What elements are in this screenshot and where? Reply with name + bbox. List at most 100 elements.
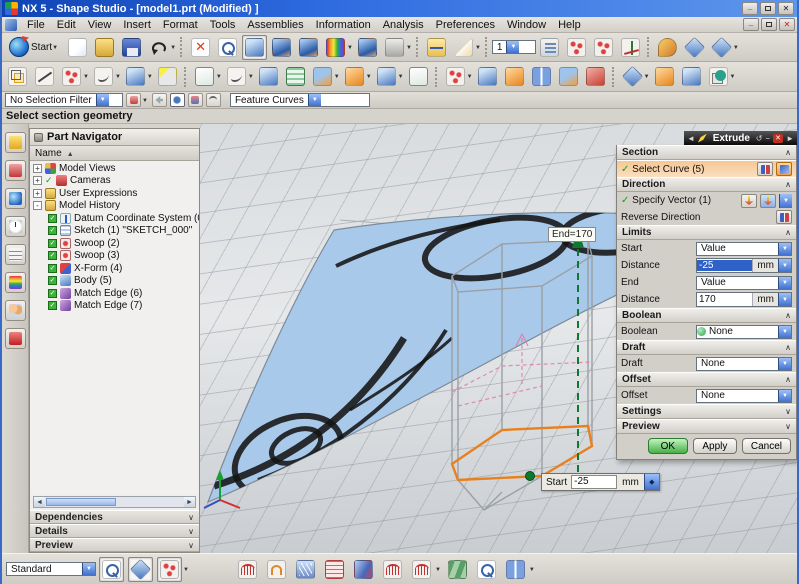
bridge-surface-button[interactable] [556,64,581,89]
tree-item-cameras[interactable]: + ✓ Cameras [30,175,199,188]
object-display-button[interactable] [323,35,348,60]
scrollbar-thumb[interactable] [46,498,116,506]
selection-filter-combo[interactable]: No Selection Filter [5,93,123,107]
tree-item-xform[interactable]: X-Form (4) [30,262,199,275]
freeform-surface-button[interactable] [256,64,281,89]
expander-icon[interactable]: + [33,176,42,185]
surface-curvature-button[interactable] [351,557,376,582]
fit-view-button[interactable] [188,35,213,60]
section-header[interactable]: Section [617,145,796,160]
measure-angle-button[interactable] [451,35,476,60]
menu-edit[interactable]: Edit [51,18,82,32]
start-distance-field[interactable]: -25 mm [696,258,792,273]
dialog-minimize-icon[interactable]: − [765,134,770,143]
boolean-header[interactable]: Boolean [617,308,796,323]
wireframe-analysis-button[interactable] [128,557,153,582]
select-curve-row[interactable]: Select Curve (5) [617,160,796,177]
start-distance-value[interactable]: -25 [697,260,752,271]
through-curve-mesh-button[interactable] [443,64,468,89]
offset-arrow[interactable] [778,390,791,402]
name-column-header[interactable]: Name [30,146,199,161]
chevron-left-icon[interactable]: ◄ [687,134,695,143]
layer-combo-arrow[interactable] [506,41,519,53]
tree-item-match-edge-7[interactable]: Match Edge (7) [30,300,199,313]
offset-combo[interactable]: None [696,389,792,403]
scroll-left-arrow[interactable]: ◄ [34,497,45,507]
extrude-dialog-titlebar[interactable]: ◄ Extrude ↺ − ✕ ► [684,131,797,145]
boolean-arrow[interactable] [778,326,791,338]
offset-header[interactable]: Offset [617,372,796,387]
start-distance-inputbox[interactable]: Start -25 mm [541,473,660,491]
chevron-right-icon[interactable]: ► [786,134,794,143]
draft-header[interactable]: Draft [617,340,796,355]
menu-file[interactable]: File [21,18,51,32]
section-surface-button[interactable] [529,64,554,89]
tree-item-body[interactable]: Body (5) [30,275,199,288]
roles-palette-button[interactable] [655,35,680,60]
view-style-combo[interactable]: Standard [6,562,96,576]
menu-view[interactable]: View [82,18,118,32]
reverse-direction-button[interactable] [776,210,792,224]
tree-item-sketch[interactable]: Sketch (1) "SKETCH_000" [30,225,199,238]
specify-vector-row[interactable]: Specify Vector (1) [617,192,796,209]
preview-header[interactable]: Preview [617,419,796,434]
section-analysis-button[interactable] [235,557,260,582]
measure-distance-button[interactable] [424,35,449,60]
system-scenes-tab[interactable] [5,328,26,349]
checkbox-icon[interactable] [48,301,57,310]
system-materials-tab[interactable] [5,244,26,265]
end-distance-field[interactable]: 170 mm [696,292,792,307]
swoop-button[interactable] [342,64,367,89]
constraint-navigator-tab[interactable] [5,160,26,181]
menu-information[interactable]: Information [310,18,377,32]
styled-sweep-button[interactable] [502,64,527,89]
trimmed-sheet-button[interactable] [679,64,704,89]
highlight-lines-button[interactable] [293,557,318,582]
tree-item-swoop-2[interactable]: Swoop (2) [30,237,199,250]
curve-comb-button[interactable] [380,557,405,582]
reverse-direction-row[interactable]: Reverse Direction [617,209,796,225]
assembly-navigator-tab[interactable] [5,132,26,153]
tree-item-datum-csys[interactable]: Datum Coordinate System (0) [30,212,199,225]
end-distance-spinner[interactable] [778,293,791,306]
n-sided-mesh-button[interactable] [283,64,308,89]
curve-rule-arrow[interactable] [308,94,321,106]
dependencies-panel-bar[interactable]: Dependencies [30,510,199,524]
close-button[interactable] [778,2,794,15]
line-button[interactable] [32,64,57,89]
peak-lines-button[interactable] [409,557,434,582]
tree-item-swoop-3[interactable]: Swoop (3) [30,250,199,263]
polyline-button[interactable] [59,64,84,89]
start-option-arrow[interactable] [778,243,791,255]
checkbox-icon[interactable] [48,289,57,298]
vector-dialog-button[interactable] [741,194,757,208]
web-browser-tab[interactable] [5,188,26,209]
menu-window[interactable]: Window [501,18,552,32]
cancel-button[interactable]: Cancel [742,438,791,454]
palettes-tab[interactable] [5,272,26,293]
comb-analysis-button[interactable] [264,557,289,582]
vector-dropdown-arrow[interactable] [779,194,792,208]
navigate-forward-button[interactable] [682,35,707,60]
curve-selection-button[interactable] [776,162,792,176]
menu-preferences[interactable]: Preferences [430,18,501,32]
expander-icon[interactable]: - [33,201,42,210]
ok-button[interactable]: OK [648,438,688,454]
ruled-button[interactable] [374,64,399,89]
child-restore-button[interactable] [761,18,777,31]
new-button[interactable] [65,35,90,60]
zoom-button[interactable] [215,35,240,60]
swept-button[interactable] [475,64,500,89]
layer-combo[interactable]: 1 [492,40,536,54]
child-close-button[interactable] [779,18,795,31]
image-capture-button[interactable] [503,557,528,582]
vector-type-button[interactable] [760,194,776,208]
scroll-right-arrow[interactable]: ► [184,497,195,507]
face-analysis-button[interactable] [99,557,124,582]
curve-options-button[interactable] [757,162,773,176]
hook-curve-button[interactable] [206,93,221,107]
studio-surface-button[interactable] [310,64,335,89]
checkbox-icon[interactable] [48,214,57,223]
reflection-analysis-button[interactable] [322,557,347,582]
draft-arrow[interactable] [778,358,791,370]
